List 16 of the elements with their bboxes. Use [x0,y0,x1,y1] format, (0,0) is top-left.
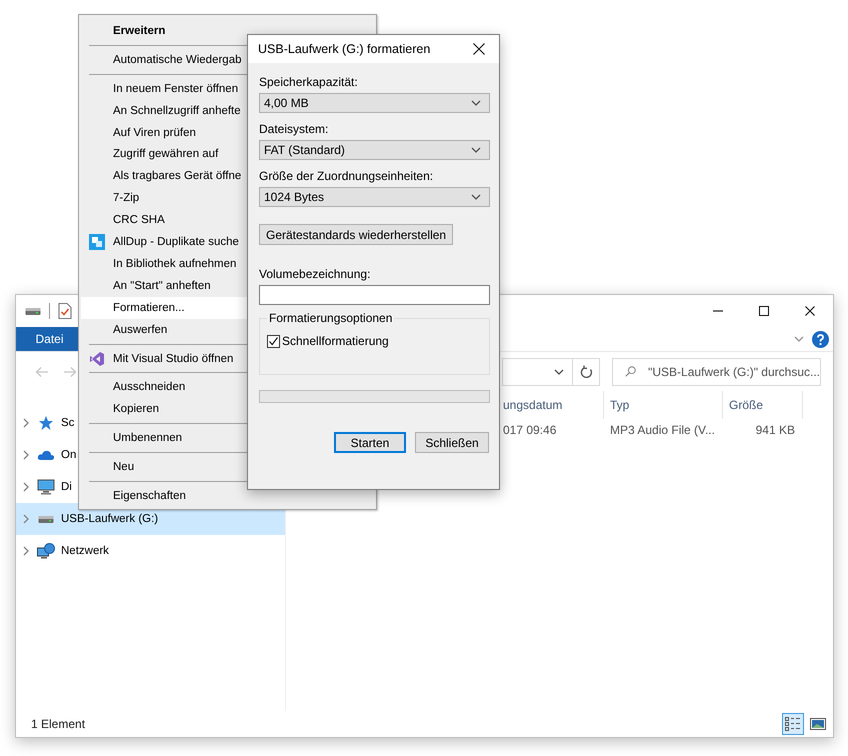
field-label: Dateisystem: [259,122,330,136]
field-label: Speicherkapazität: [259,75,359,89]
sidebar-label: Di [61,481,72,493]
sidebar-label: Netzwerk [61,545,109,557]
table-cell-text: 017 09:46 [502,423,558,437]
sidebar-label: On [61,449,76,461]
group-title: Formatierungsoptionen [267,311,394,325]
dialog-title: USB-Laufwerk (G:) formatieren [258,42,430,56]
checkbox-label: Schnellformatierung [282,334,389,348]
table-cell-text: MP3 Audio File (V... [609,423,716,437]
table-cell-text: 941 KB [754,423,796,437]
sidebar-label: USB-Laufwerk (G:) [61,513,158,525]
status-text: 1 Element [31,717,86,731]
field-label: Volumebezeichnung: [259,267,372,281]
field-label: Größe der Zuordnungseinheiten: [259,169,434,183]
sidebar-label: Sc [61,417,74,429]
